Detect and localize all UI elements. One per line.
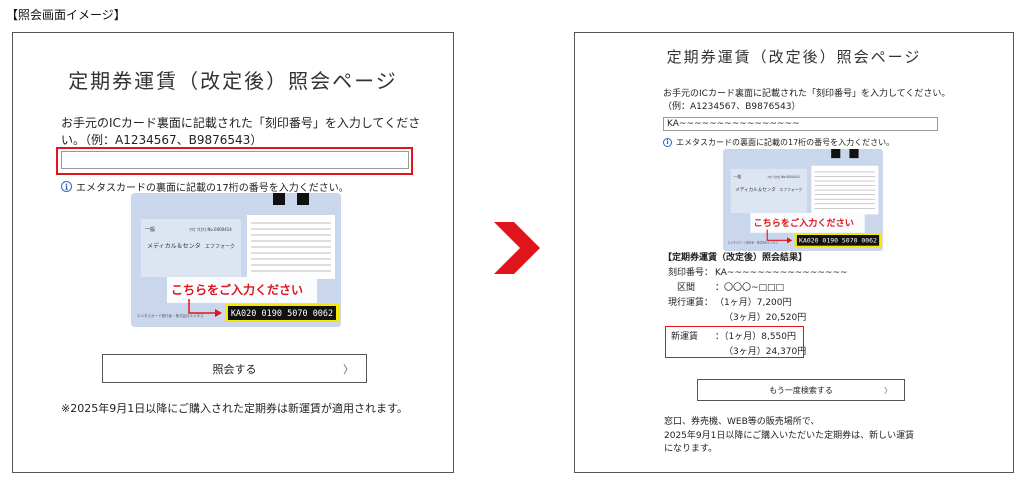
card-chip-mark (273, 193, 285, 205)
note-line-3: になります。 (664, 444, 718, 454)
chevron-right-icon: 〉 (343, 362, 354, 376)
card-image: 一般 ﾌﾘｶﾞﾅ(ｶﾅ) No.0000414 メディカル＆センタ エフフォーク… (131, 193, 341, 327)
card-name2: エフフォーク (205, 244, 235, 250)
card-image: 一般 ﾌﾘｶﾞﾅ(ｶﾅ) No.0000414 メディカル＆センタ エフフォーク… (723, 149, 883, 251)
search-again-button-label: もう一度検索する (769, 385, 833, 395)
card-small-text: ﾌﾘｶﾞﾅ(ｶﾅ) No.0000414 (767, 175, 800, 179)
instruction-text: お手元のICカード裏面に記載された「刻印番号」を入力してください。（例：A123… (663, 89, 951, 113)
serial-number-input[interactable] (61, 151, 409, 169)
inquiry-button[interactable]: 照会する 〉 (102, 354, 367, 383)
info-icon: i (61, 181, 72, 192)
card-top-label: 一般 (145, 226, 155, 233)
result-row-current-fare: 現行運賃： （1ヶ月）7,200円 (667, 296, 977, 311)
hint-text: エメタスカードの裏面に記載の17桁の番号を入力ください。 (676, 138, 895, 147)
inquiry-button-label: 照会する (212, 362, 257, 376)
info-icon: i (663, 138, 672, 147)
serial-label: 刻印番号： (667, 268, 713, 278)
card-issuer-text: エメタスカード発行者・株式会社エメタス (137, 313, 204, 318)
serial-number-input[interactable]: KA~~~~~~~~~~~~~~~~ (663, 117, 938, 131)
page-title: 定期券運賃（改定後）照会ページ (68, 69, 398, 93)
fare-note: 窓口、券売機、WEB等の販売場所で、 2025年9月1日以降にご購入いただいた定… (664, 416, 964, 457)
result-heading: 【定期券運賃（改定後）照会結果】 (663, 253, 808, 263)
instruction-text: お手元のICカード裏面に記載された「刻印番号」を入力してください。（例：A123… (61, 116, 421, 148)
card-small-text: ﾌﾘｶﾞﾅ(ｶﾅ) No.0000414 (189, 227, 232, 232)
card-prompt: こちらをご入力ください (754, 217, 854, 229)
result-row-serial: 刻印番号： KA~~~~~~~~~~~~~~~~ (667, 266, 977, 281)
search-again-button[interactable]: もう一度検索する 〉 (697, 379, 905, 401)
input-hint: i エメタスカードの裏面に記載の17桁の番号を入力ください。 (61, 179, 349, 194)
card-top-label: 一般 (734, 174, 742, 179)
arrow-right-icon (494, 222, 540, 274)
card-illustration: 一般 ﾌﾘｶﾞﾅ(ｶﾅ) No.0000414 メディカル＆センタ エフフォーク… (721, 149, 885, 251)
card-number: KA020 0190 5070 0062 (231, 309, 333, 319)
chevron-right-icon: 〉 (884, 385, 892, 395)
card-issuer-text: エメタスカード発行者・株式会社エメタス (728, 240, 779, 244)
card-chip-mark (849, 149, 859, 159)
card-chip-mark (831, 149, 841, 159)
inquiry-screen: 定期券運賃（改定後）照会ページ お手元のICカード裏面に記載された「刻印番号」を… (12, 32, 454, 473)
note-line-2: 2025年9月1日以降にご購入いただいた定期券は、新しい運賃 (664, 430, 915, 441)
hint-text: エメタスカードの裏面に記載の17桁の番号を入力ください。 (76, 183, 349, 194)
section-value: ：〇〇〇~□□□ (715, 283, 785, 293)
card-name2: エフフォーク (779, 187, 802, 192)
new-fare-highlight-frame (665, 326, 804, 358)
current-fare-3m: （3ヶ月）20,520円 (724, 313, 807, 323)
card-illustration: 一般 ﾌﾘｶﾞﾅ(ｶﾅ) No.0000414 メディカル＆センタ エフフォーク… (131, 193, 341, 327)
serial-value: KA~~~~~~~~~~~~~~~~ (715, 268, 848, 278)
result-screen: 定期券運賃（改定後）照会ページ お手元のICカード裏面に記載された「刻印番号」を… (574, 32, 1014, 473)
note-line-1: 窓口、券売機、WEB等の販売場所で、 (664, 417, 820, 427)
current-fare-1m: （1ヶ月）7,200円 (715, 298, 792, 308)
page-title: 定期券運賃（改定後）照会ページ (666, 48, 922, 66)
caption: 【照会画面イメージ】 (6, 8, 126, 22)
card-chip-mark (297, 193, 309, 205)
current-fare-label: 現行運賃： (667, 298, 713, 308)
input-hint: i エメタスカードの裏面に記載の17桁の番号を入力ください。 (663, 137, 894, 148)
result-row-section: 区間 ：〇〇〇~□□□ (667, 281, 977, 296)
card-name: メディカル＆センタ (147, 242, 201, 250)
fare-note: ※2025年9月1日以降にご購入された定期券は新運賃が適用されます。 (61, 402, 408, 415)
section-label: 区間 (677, 283, 696, 293)
card-prompt: こちらをご入力ください (171, 282, 303, 297)
card-number: KA020 0190 5070 0062 (799, 237, 877, 245)
result-row-current-fare-3m: （3ヶ月）20,520円 (667, 311, 977, 326)
